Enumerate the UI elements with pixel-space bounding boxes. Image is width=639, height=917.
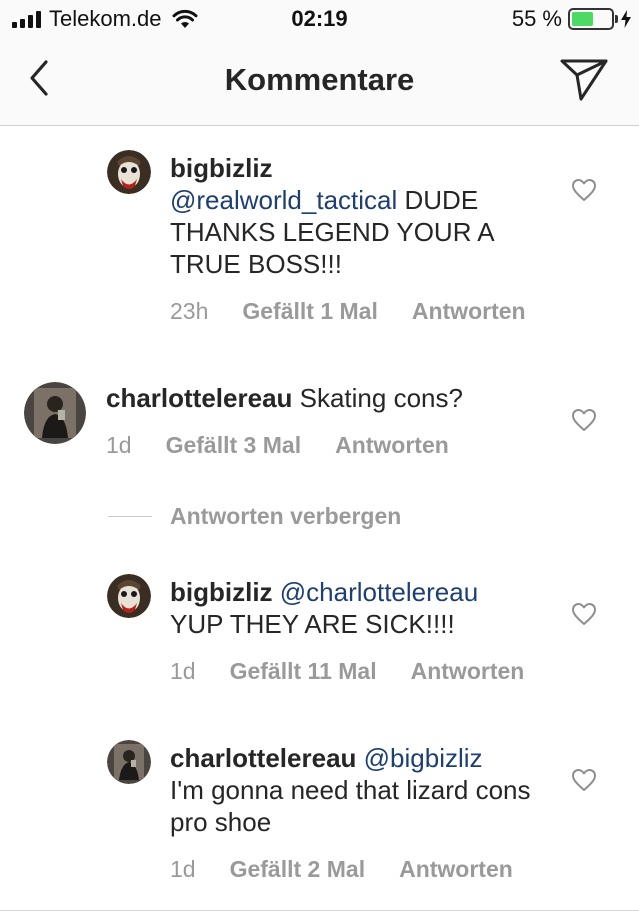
nav-header: Kommentare (0, 40, 639, 126)
status-bar: Telekom.de 02:19 55 % (0, 0, 639, 40)
battery-icon (568, 8, 614, 30)
comment-time: 1d (170, 658, 196, 684)
comment-username[interactable]: charlottelereau (170, 743, 356, 773)
page-title: Kommentare (224, 62, 415, 97)
heart-icon[interactable] (571, 768, 597, 792)
comment-time: 23h (170, 298, 209, 324)
hide-replies-divider (108, 516, 152, 517)
comment-body: I'm gonna need that lizard cons pro shoe (170, 775, 531, 837)
status-right: 55 % (512, 6, 631, 32)
comment-2: charlottelereau Skating cons? 1d Gefällt… (0, 380, 639, 490)
comment-text: charlottelereau Skating cons? (106, 382, 546, 414)
reply-button[interactable]: Antworten (399, 856, 513, 883)
avatar-charlottelereau-image (107, 740, 151, 784)
comment-mention[interactable]: @bigbizliz (364, 743, 483, 773)
comment-text: charlottelereau @bigbizliz I'm gonna nee… (170, 742, 550, 838)
reply-button[interactable]: Antworten (412, 298, 526, 325)
comment-4: charlottelereau @bigbizliz I'm gonna nee… (0, 740, 639, 900)
heart-icon[interactable] (571, 408, 597, 432)
avatar[interactable] (107, 740, 151, 784)
direct-send-icon[interactable] (559, 56, 609, 102)
comment-time: 1d (170, 856, 196, 882)
comment-mention[interactable]: @realworld_tactical (170, 185, 397, 215)
hide-replies-button[interactable]: Antworten verbergen (108, 503, 401, 530)
battery-tip (615, 15, 618, 23)
comment-likes[interactable]: Gefällt 11 Mal (230, 658, 377, 685)
hide-replies-label[interactable]: Antworten verbergen (170, 503, 401, 530)
comment-1: bigbizliz @realworld_tactical DUDE THANK… (0, 150, 639, 340)
heart-icon[interactable] (571, 602, 597, 626)
comment-likes[interactable]: Gefällt 2 Mal (230, 856, 365, 883)
battery-percent: 55 % (511, 6, 562, 31)
reply-button[interactable]: Antworten (411, 658, 525, 685)
avatar-bigbizliz-image (107, 574, 151, 618)
comment-meta: 1d Gefällt 11 Mal Antworten (170, 658, 524, 685)
comment-body: YUP THEY ARE SICK!!!! (170, 609, 455, 639)
avatar-charlottelereau-image (24, 382, 86, 444)
comment-text: bigbizliz @realworld_tactical DUDE THANK… (170, 152, 550, 280)
comment-body: Skating cons? (292, 383, 463, 413)
comment-likes[interactable]: Gefällt 1 Mal (242, 298, 377, 325)
bottom-divider (0, 910, 639, 911)
comment-username[interactable]: charlottelereau (106, 383, 292, 413)
charging-bolt-icon (621, 10, 631, 28)
battery-fill (572, 12, 593, 26)
comment-3: bigbizliz @charlottelereau YUP THEY ARE … (0, 574, 639, 704)
avatar-bigbizliz-image (107, 150, 151, 194)
comment-meta: 23h Gefällt 1 Mal Antworten (170, 298, 526, 325)
comment-meta: 1d Gefällt 2 Mal Antworten (170, 856, 513, 883)
comment-meta: 1d Gefällt 3 Mal Antworten (106, 432, 449, 459)
comment-text: bigbizliz @charlottelereau YUP THEY ARE … (170, 576, 550, 640)
comment-mention[interactable]: @charlottelereau (280, 577, 478, 607)
avatar[interactable] (24, 382, 86, 444)
heart-icon[interactable] (571, 178, 597, 202)
avatar[interactable] (107, 574, 151, 618)
comment-username[interactable]: bigbizliz (170, 577, 273, 607)
comment-likes[interactable]: Gefällt 3 Mal (166, 432, 301, 459)
reply-button[interactable]: Antworten (335, 432, 449, 459)
comment-time: 1d (106, 432, 132, 458)
avatar[interactable] (107, 150, 151, 194)
comment-username[interactable]: bigbizliz (170, 153, 273, 183)
